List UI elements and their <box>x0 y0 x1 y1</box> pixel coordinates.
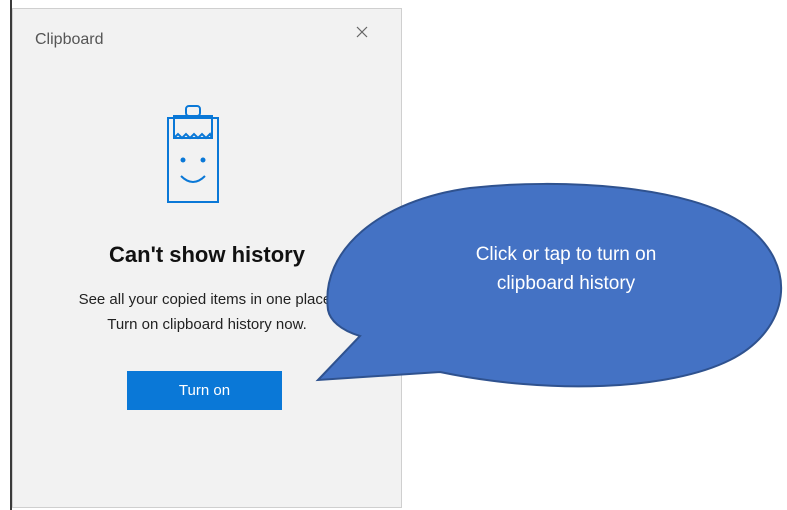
callout-line-2: clipboard history <box>496 273 636 294</box>
callout-text: Click or tap to turn on clipboard histor… <box>416 240 716 298</box>
callout-line-1: Click or tap to turn on <box>475 244 657 265</box>
